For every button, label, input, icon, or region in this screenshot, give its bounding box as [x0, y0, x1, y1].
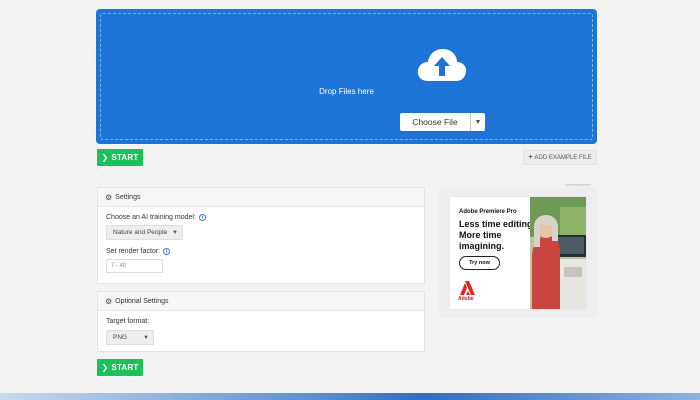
render-factor-input[interactable]: 7 - 40: [106, 259, 163, 273]
chevron-down-icon: ▼: [172, 229, 178, 236]
gears-icon: ⚙: [105, 192, 113, 202]
optional-settings-title: Optional Settings: [115, 297, 169, 305]
choose-file-button[interactable]: Choose File: [400, 113, 471, 131]
chevron-down-icon: ▼: [143, 334, 149, 341]
target-format-select[interactable]: PNG ▼: [106, 330, 154, 345]
ad-banner[interactable]: Adobe Premiere Pro Less time editing. Mo…: [450, 197, 586, 309]
model-select-value: Nature and People: [113, 229, 168, 236]
optional-settings-panel: ⚙ Optional Settings Target format: PNG ▼: [97, 291, 425, 352]
file-dropzone[interactable]: Drop Files here Choose File ▼: [96, 9, 597, 144]
adobe-wordmark: Adobe: [458, 296, 474, 302]
start-label: START: [111, 363, 139, 372]
ad-headline: Less time editing. More time imagining.: [459, 219, 535, 252]
chevron-right-icon: ❯: [101, 363, 109, 372]
bottom-bar: [0, 393, 700, 400]
gears-icon: ⚙: [105, 296, 113, 306]
plus-icon: +: [528, 154, 533, 161]
start-button-bottom[interactable]: ❯ START: [97, 359, 143, 376]
model-label-text: Choose an AI training model:: [106, 214, 196, 221]
info-icon[interactable]: i: [198, 214, 206, 221]
ad-headline-line-2: More time: [459, 230, 502, 240]
add-example-file-label: ADD EXAMPLE FILE: [534, 154, 592, 161]
model-select[interactable]: Nature and People ▼: [106, 225, 183, 240]
ad-container: Adobe Premiere Pro Less time editing. Mo…: [439, 187, 597, 318]
settings-title: Settings: [115, 193, 141, 201]
ad-brand: Adobe Premiere Pro: [459, 209, 517, 215]
choose-file-control[interactable]: Choose File ▼: [400, 113, 485, 131]
target-format-value: PNG: [113, 334, 128, 341]
cloud-upload-icon: [417, 49, 467, 81]
info-icon[interactable]: i: [163, 248, 171, 255]
render-factor-label: Set render factor: i: [106, 248, 171, 255]
adobe-logo-icon: [459, 280, 475, 295]
target-format-label: Target format:: [106, 318, 150, 325]
settings-panel: ⚙ Settings Choose an AI training model: …: [97, 187, 425, 284]
chevron-right-icon: ❯: [101, 153, 109, 162]
ad-try-now-button[interactable]: Try now: [459, 256, 500, 270]
chevron-down-icon[interactable]: ▼: [471, 113, 485, 131]
start-label: START: [111, 153, 139, 162]
ad-photo: [530, 197, 586, 309]
drop-files-text: Drop Files here: [319, 87, 374, 96]
add-example-file-button[interactable]: + ADD EXAMPLE FILE: [523, 150, 597, 165]
model-label: Choose an AI training model: i: [106, 214, 206, 221]
ad-headline-line-3: imagining.: [459, 241, 504, 251]
optional-settings-header: ⚙ Optional Settings: [98, 292, 424, 311]
start-button-top[interactable]: ❯ START: [97, 149, 143, 166]
render-factor-label-text: Set render factor:: [106, 248, 161, 255]
settings-panel-header: ⚙ Settings: [98, 188, 424, 207]
dropzone-border: [100, 13, 593, 140]
ad-headline-line-1: Less time editing.: [459, 219, 536, 229]
